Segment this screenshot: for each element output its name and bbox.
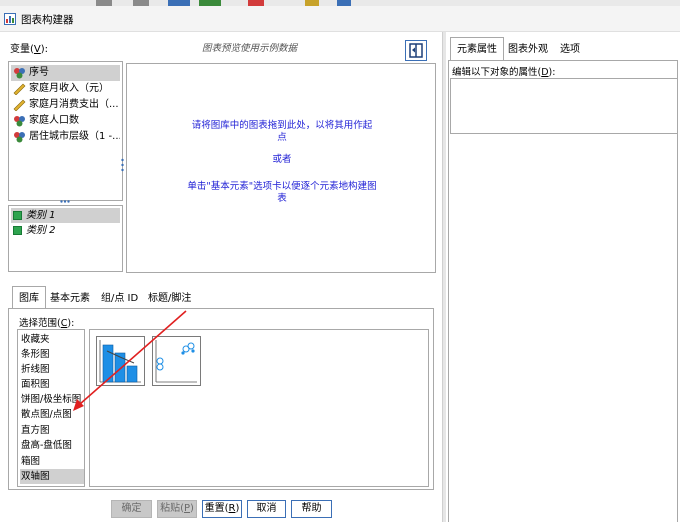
title-bar: 图表构建器 [0,6,680,32]
nominal-icon [14,68,25,79]
canvas-hint-line: 表 [277,193,287,204]
variable-list[interactable]: 序号 家庭月收入（元） 家庭月消费支出（... 家庭人口数 居住城市层级（1 -… [8,61,123,201]
vertical-splitter-handle[interactable] [121,158,124,172]
tab-options[interactable]: 选项 [553,37,587,61]
variable-item[interactable]: 家庭人口数 [11,113,120,129]
tab-titles-footnotes[interactable]: 标题/脚注 [141,286,198,309]
chart-type-item[interactable]: 饼图/极坐标图 [20,392,84,407]
chart-type-item[interactable]: 盘高-盘低图 [20,438,84,453]
chart-type-item[interactable]: 面积图 [20,377,84,392]
scale-icon [13,83,26,95]
pane-splitter[interactable] [442,32,446,522]
variable-item[interactable]: 家庭月消费支出（... [11,97,120,113]
tab-chart-appearance[interactable]: 图表外观 [501,37,555,61]
canvas-hint-line: 单击"基本元素"选项卡以便逐个元素地构建图 [187,181,377,192]
dual-axis-scatter-thumbnail[interactable] [152,336,201,386]
chart-type-item[interactable]: 收藏夹 [20,332,84,347]
nominal-icon [14,116,25,127]
chart-type-item[interactable]: 折线图 [20,362,84,377]
element-properties-toggle-button[interactable] [405,40,427,61]
paste-button[interactable]: 粘贴(P) [157,500,197,518]
tab-basic-elements[interactable]: 基本元素 [43,286,97,309]
chart-builder-icon [4,13,16,25]
window-title: 图表构建器 [21,14,74,26]
splitter-handle[interactable] [60,200,70,203]
ok-button[interactable]: 确定 [111,500,152,518]
tab-gallery[interactable]: 图库 [12,286,46,309]
chart-type-item[interactable]: 箱图 [20,454,84,469]
variable-item[interactable]: 序号 [11,65,120,81]
canvas-hint-line: 请将图库中的图表拖到此处，以将其用作起 [191,120,373,131]
category-item[interactable]: 类别 2 [11,223,120,238]
bar-line-chart-icon [99,340,141,383]
category-icon [13,226,22,235]
gallery-thumbnails [89,329,429,487]
chart-type-item-selected[interactable]: 双轴图 [20,469,84,484]
dual-axis-bar-line-thumbnail[interactable] [96,336,145,386]
cancel-button[interactable]: 取消 [247,500,286,518]
variables-label: 变量(V): [10,44,49,55]
chart-canvas-drop-zone[interactable]: 请将图库中的图表拖到此处，以将其用作起 点 或者 单击"基本元素"选项卡以便逐个… [126,63,436,273]
canvas-hint-or: 或者 [272,154,292,165]
chart-type-item[interactable]: 直方图 [20,423,84,438]
nominal-icon [14,132,25,143]
chart-type-item[interactable]: 条形图 [20,347,84,362]
help-button[interactable]: 帮助 [291,500,332,518]
canvas-hint-line: 点 [277,132,287,143]
chart-type-list[interactable]: 收藏夹 条形图 折线图 面积图 饼图/极坐标图 散点图/点图 直方图 盘高-盘低… [17,329,85,487]
category-icon [13,211,22,220]
scale-icon [13,99,26,111]
edit-properties-list[interactable] [450,78,678,134]
chart-type-item[interactable]: 散点图/点图 [20,407,84,422]
variable-item[interactable]: 居住城市层级（1 -... [11,129,120,145]
category-item[interactable]: 类别 1 [11,208,120,223]
scatter-chart-icon [155,340,197,383]
tab-element-properties[interactable]: 元素属性 [450,37,504,61]
preview-note: 图表预览使用示例数据 [202,43,298,54]
choose-from-label: 选择范围(C): [19,318,75,329]
edit-properties-label: 编辑以下对象的属性(D): [452,67,556,78]
tab-group-point-id[interactable]: 组/点 ID [94,286,145,309]
reset-button[interactable]: 重置(R) [202,500,242,518]
category-list[interactable]: 类别 1 类别 2 [8,205,123,272]
panel-toggle-icon [409,43,423,58]
variable-item[interactable]: 家庭月收入（元） [11,81,120,97]
